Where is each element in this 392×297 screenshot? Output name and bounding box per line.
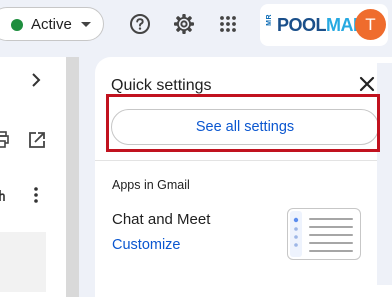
chevron-right-icon[interactable] (29, 72, 43, 93)
apps-grid-icon[interactable] (212, 8, 244, 40)
close-icon[interactable] (357, 74, 377, 94)
divider (95, 160, 392, 161)
help-icon[interactable] (124, 8, 156, 40)
chat-and-meet-label: Chat and Meet (112, 211, 211, 228)
customize-link[interactable]: Customize (112, 237, 181, 253)
status-selector[interactable]: Active (0, 7, 104, 41)
mail-row-area (0, 232, 46, 292)
avatar[interactable]: T (355, 9, 386, 40)
settings-gear-icon[interactable] (168, 8, 200, 40)
quick-settings-panel: Quick settings See all settings Apps in … (95, 57, 392, 297)
more-vertical-icon[interactable] (32, 186, 40, 209)
panel-title: Quick settings (111, 77, 212, 94)
open-in-new-icon[interactable] (28, 131, 46, 154)
brand-name: POOLMAN (277, 15, 366, 36)
chat-layout-preview[interactable] (287, 208, 361, 260)
status-label: Active (31, 16, 72, 33)
print-icon[interactable] (0, 131, 10, 154)
highlight-annotation (106, 94, 380, 152)
label-icon (0, 187, 6, 208)
brand-vertical-text: MR (266, 14, 273, 26)
brand-pool-text: POOL (277, 15, 327, 35)
status-dot (11, 19, 23, 31)
mail-view-scrollbar[interactable] (66, 57, 79, 297)
caret-down-icon (81, 22, 91, 27)
section-heading: Apps in Gmail (112, 178, 190, 192)
top-bar: Active MR POOLMAN T (0, 0, 392, 52)
